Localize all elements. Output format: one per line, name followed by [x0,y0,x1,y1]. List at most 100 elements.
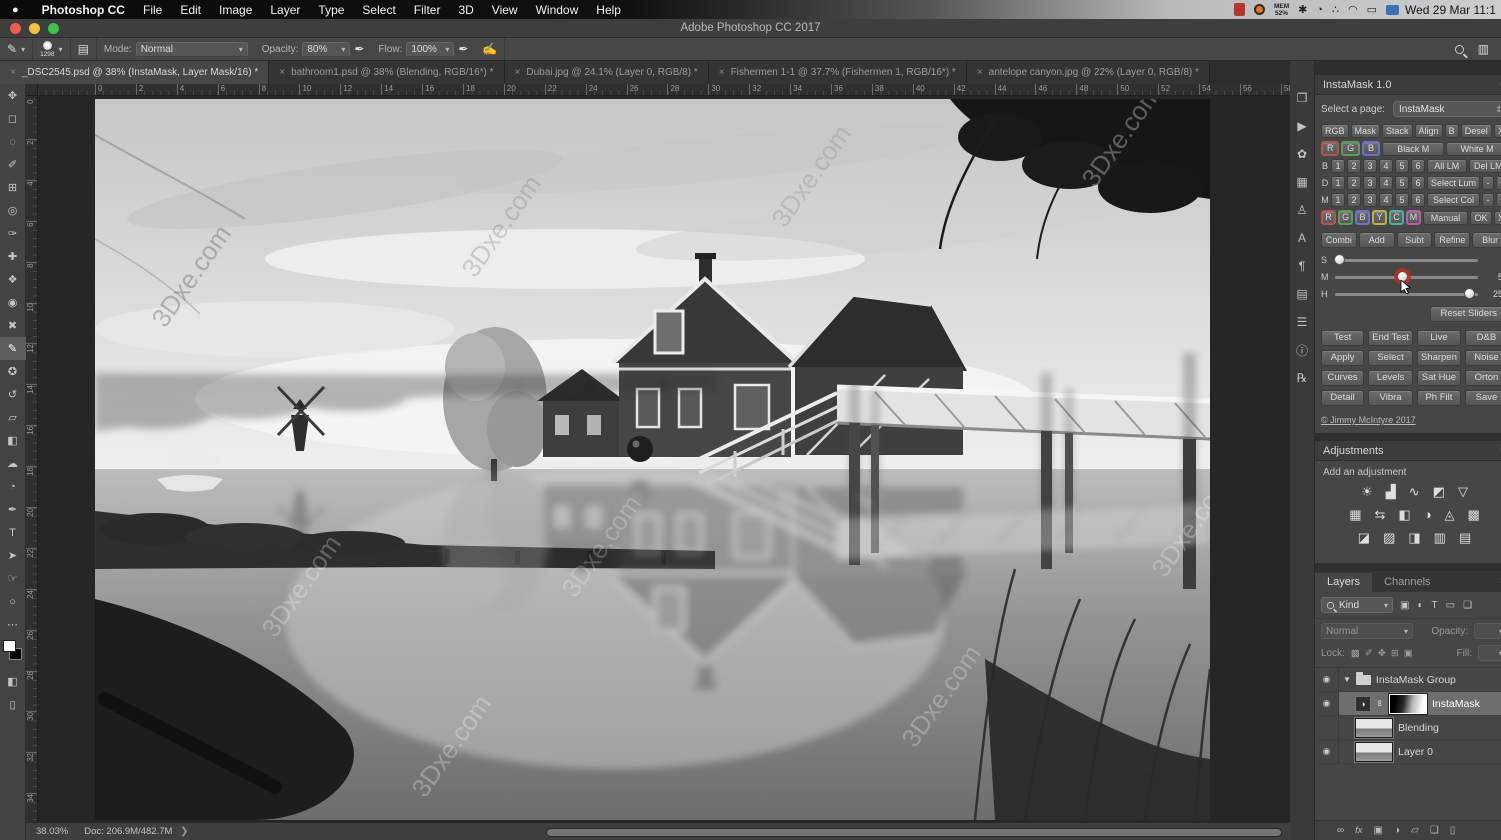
white-mask-button[interactable]: White M [1446,142,1501,156]
select-lum-button[interactable]: Select Lum [1427,176,1480,190]
lasso-tool[interactable]: ◌ [0,130,26,153]
actions-panel-icon[interactable]: ▶ [1290,115,1314,137]
eyedropper-tool[interactable]: ✑ [0,222,26,245]
brush-preset-icon[interactable]: ✎ [7,42,17,56]
shadows-slider-thumb[interactable] [1334,254,1345,265]
brights-mask-button[interactable]: 4 [1379,159,1393,173]
close-tab-icon[interactable]: × [719,67,725,78]
layer-style-icon[interactable]: fx [1355,825,1362,836]
instamask-action-button[interactable]: D&B [1465,330,1501,346]
invert-icon[interactable]: ◪ [1358,530,1370,546]
all-lm-button[interactable]: All LM [1427,159,1467,173]
menu-item[interactable]: 3D [449,3,482,17]
levels-icon[interactable]: ▟ [1386,484,1396,500]
brush-tool[interactable]: ✎ [0,337,26,360]
menu-item[interactable]: Select [353,3,404,17]
zoom-level-field[interactable]: 38.03% [36,826,68,837]
lock-move-icon[interactable]: ✥ [1378,648,1386,659]
frame-tool[interactable]: ◎ [0,199,26,222]
activity-icon[interactable]: ✱ [1298,3,1307,16]
layer-mask-thumbnail[interactable] [1389,694,1427,714]
darks-mask-button[interactable]: 3 [1363,176,1377,190]
filter-adjustment-icon[interactable]: ◐ [1417,600,1423,611]
eraser-tool[interactable]: ▱ [0,406,26,429]
layer-name[interactable]: Blending [1398,722,1439,734]
visibility-eye-icon[interactable]: ◉ [1315,692,1339,715]
lum-minus-button[interactable]: - [1482,176,1494,190]
type-tool[interactable]: T [0,521,26,544]
posterize-icon[interactable]: ▨ [1383,530,1395,546]
exposure-icon[interactable]: ◩ [1433,484,1445,500]
tab-channels[interactable]: Channels [1372,573,1442,592]
styles-panel-icon[interactable]: ℞ [1290,367,1314,389]
visibility-eye-empty[interactable] [1315,716,1339,739]
instamask-action-button[interactable]: Test [1321,330,1364,346]
apple-menu-icon[interactable]: ● [12,4,19,16]
instamask-action-button[interactable]: Sat Hue [1417,370,1461,386]
properties-panel-icon[interactable]: ☰ [1290,311,1314,333]
visibility-eye-icon[interactable]: ◉ [1315,740,1339,763]
menu-item[interactable]: Image [210,3,261,17]
filter-shape-icon[interactable]: ▭ [1446,600,1455,611]
dots-icon[interactable]: ∴ [1332,3,1339,16]
combine-mode-button[interactable]: Subt [1397,232,1433,248]
vibrance-icon[interactable]: ▽ [1458,484,1468,500]
layer-row-instamask[interactable]: ◉ ◑ ∞ InstaMask [1315,692,1501,716]
lock-paint-icon[interactable]: ✐ [1365,648,1373,659]
brights-mask-button[interactable]: 5 [1395,159,1409,173]
combine-mode-button[interactable]: Combi [1321,232,1357,248]
lock-all-icon[interactable]: ▣ [1404,648,1413,659]
instamask-action-button[interactable]: Levels [1368,370,1413,386]
crop-tool[interactable]: ⊞ [0,176,26,199]
darks-mask-button[interactable]: 4 [1379,176,1393,190]
color-lookup-icon[interactable]: ▩ [1468,507,1480,523]
toggle-brush-panel-icon[interactable]: ▤ [78,42,89,56]
red-eye-tool[interactable]: ◉ [0,291,26,314]
document-tab[interactable]: × Dubai.jpg @ 24.1% (Layer 0, RGB/8) * [505,61,709,84]
layer-row-layer0[interactable]: ◉ Layer 0 [1315,740,1501,764]
menu-item[interactable]: Window [527,3,588,17]
color-select-button[interactable]: M [1406,210,1421,225]
lock-transparency-icon[interactable]: ▩ [1351,648,1360,659]
lum-plus-button[interactable]: + [1496,176,1501,190]
shadows-slider[interactable] [1335,259,1478,262]
link-layers-icon[interactable]: ∞ [1337,825,1344,836]
color-select-button[interactable]: Y [1372,210,1387,225]
ruler-origin[interactable] [26,84,38,96]
document-tab[interactable]: × Fishermen 1-1 @ 37.7% (Fishermen 1, RG… [709,61,967,84]
color-balance-icon[interactable]: ⇆ [1374,507,1385,523]
gradient-map-icon[interactable]: ▥ [1434,530,1446,546]
new-layer-icon[interactable]: ❏ [1430,825,1439,836]
instamask-action-button[interactable]: Ph Filt [1417,390,1461,406]
filter-type-icon[interactable]: T [1432,600,1438,611]
instamask-action-button[interactable]: Select [1368,350,1413,366]
credit-link[interactable]: © Jimmy McIntyre 2017 [1321,415,1501,425]
move-tool[interactable]: ✥ [0,84,26,107]
menu-item[interactable]: File [134,3,171,17]
del-lm-button[interactable]: Del LM [1469,159,1501,173]
clone-stamp-tool[interactable]: ✪ [0,360,26,383]
midtones-mask-button[interactable]: 4 [1379,193,1393,207]
layer-blend-mode-select[interactable]: Normal▾ [1321,623,1413,639]
clone-source-panel-icon[interactable]: ✿ [1290,143,1314,165]
page-select[interactable]: InstaMask ⇕ [1393,101,1501,117]
close-tab-icon[interactable]: × [515,67,521,78]
channel-button[interactable]: R [1321,141,1339,156]
instamask-action-button[interactable]: Apply [1321,350,1364,366]
group-expand-icon[interactable]: ▼ [1343,675,1351,684]
layer-name[interactable]: InstaMask Group [1376,674,1456,686]
combine-mode-button[interactable]: Add [1359,232,1395,248]
info-panel-icon[interactable]: ⓘ [1290,339,1314,361]
new-adjustment-icon[interactable]: ◑ [1394,825,1400,836]
black-white-icon[interactable]: ◧ [1398,507,1410,523]
instamask-button[interactable]: Desel [1461,124,1492,138]
instamask-button[interactable]: X [1494,124,1501,138]
selective-color-icon[interactable]: ▤ [1459,530,1471,546]
marquee-tool[interactable]: ◻ [0,107,26,130]
instamask-action-button[interactable]: End Test [1368,330,1413,346]
instamask-action-button[interactable]: Vibra [1368,390,1413,406]
midtones-mask-button[interactable]: 2 [1347,193,1361,207]
midtones-mask-button[interactable]: 3 [1363,193,1377,207]
color-select-button[interactable]: G [1338,210,1353,225]
filter-smart-object-icon[interactable]: ❏ [1463,600,1472,611]
